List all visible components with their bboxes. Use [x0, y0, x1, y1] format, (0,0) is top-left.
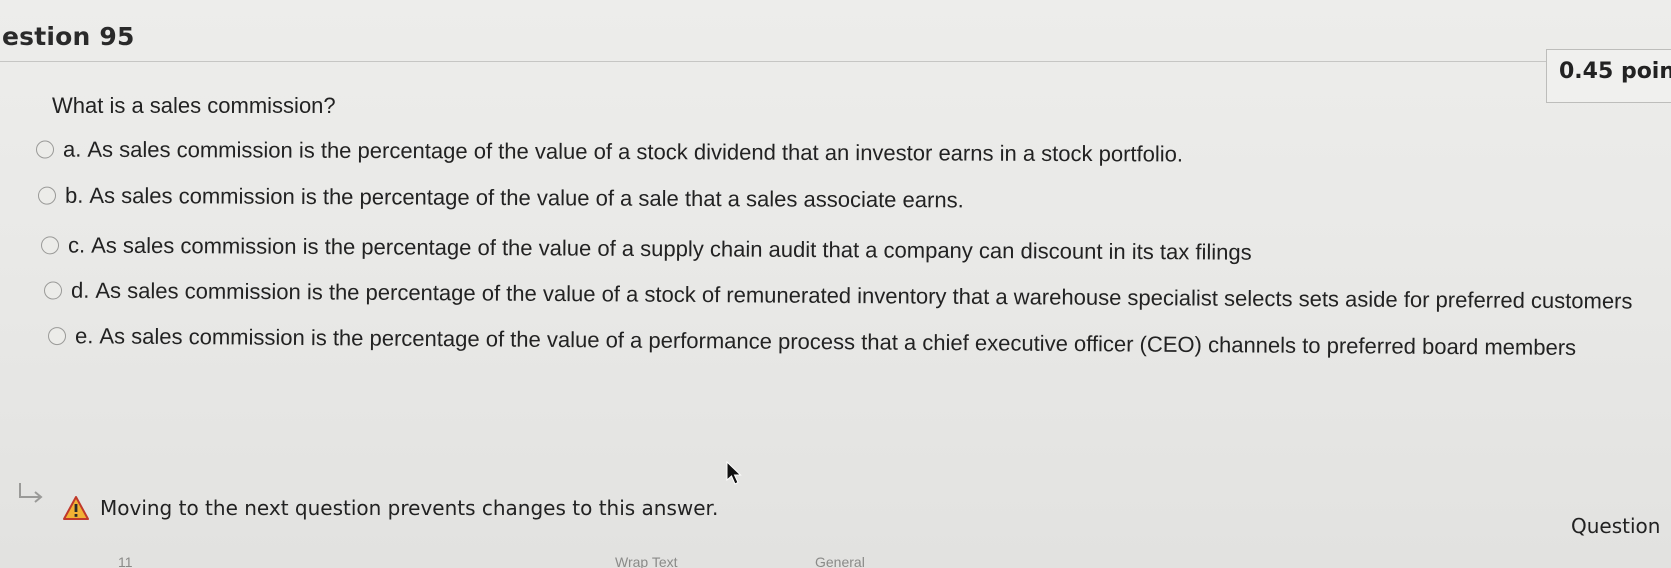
warning-text: Moving to the next question prevents cha…	[100, 496, 719, 520]
option-e[interactable]: e. As sales commission is the percentage…	[47, 323, 1577, 361]
option-c-text: As sales commission is the percentage of…	[91, 232, 1252, 265]
option-e-text: As sales commission is the percentage of…	[99, 323, 1577, 361]
option-b-letter: b.	[64, 182, 84, 208]
warning-triangle-icon	[63, 496, 89, 520]
warning-notice: Moving to the next question prevents cha…	[62, 495, 718, 521]
option-b-text: As sales commission is the percentage of…	[89, 182, 964, 213]
option-e-radio[interactable]	[47, 326, 67, 346]
return-arrow-icon	[19, 483, 43, 503]
mouse-pointer-icon	[726, 461, 742, 485]
option-a[interactable]: a. As sales commission is the percentage…	[35, 136, 1184, 167]
partial-toolbar: 11 Wrap Text General	[0, 552, 1671, 568]
option-a-letter: a.	[62, 136, 82, 162]
question-nav-button[interactable]: Question	[1571, 514, 1660, 538]
option-c-letter: c.	[67, 232, 86, 258]
option-a-text: As sales commission is the percentage of…	[87, 136, 1184, 167]
question-prompt: What is a sales commission?	[52, 93, 336, 118]
toolbar-wrap-text[interactable]: Wrap Text	[615, 554, 678, 568]
toolbar-font-size[interactable]: 11	[118, 554, 133, 568]
option-d-letter: d.	[70, 277, 90, 303]
option-b[interactable]: b. As sales commission is the percentage…	[37, 182, 964, 214]
points-box: 0.45 points	[1546, 49, 1671, 103]
option-d[interactable]: d. As sales commission is the percentage…	[43, 277, 1633, 314]
header-divider	[0, 61, 1548, 62]
option-e-letter: e.	[74, 323, 94, 349]
option-d-radio[interactable]	[43, 281, 63, 300]
toolbar-number-format[interactable]: General	[815, 554, 865, 568]
option-c-radio[interactable]	[40, 236, 60, 255]
option-a-radio[interactable]	[35, 140, 55, 159]
option-b-radio[interactable]	[37, 186, 57, 205]
option-d-text: As sales commission is the percentage of…	[95, 277, 1633, 314]
points-label: 0.45 points	[1559, 59, 1671, 84]
quiz-page: estion 95 0.45 points What is a sales co…	[0, 0, 1671, 568]
question-title: estion 95	[2, 22, 135, 51]
option-c[interactable]: c. As sales commission is the percentage…	[40, 232, 1252, 265]
